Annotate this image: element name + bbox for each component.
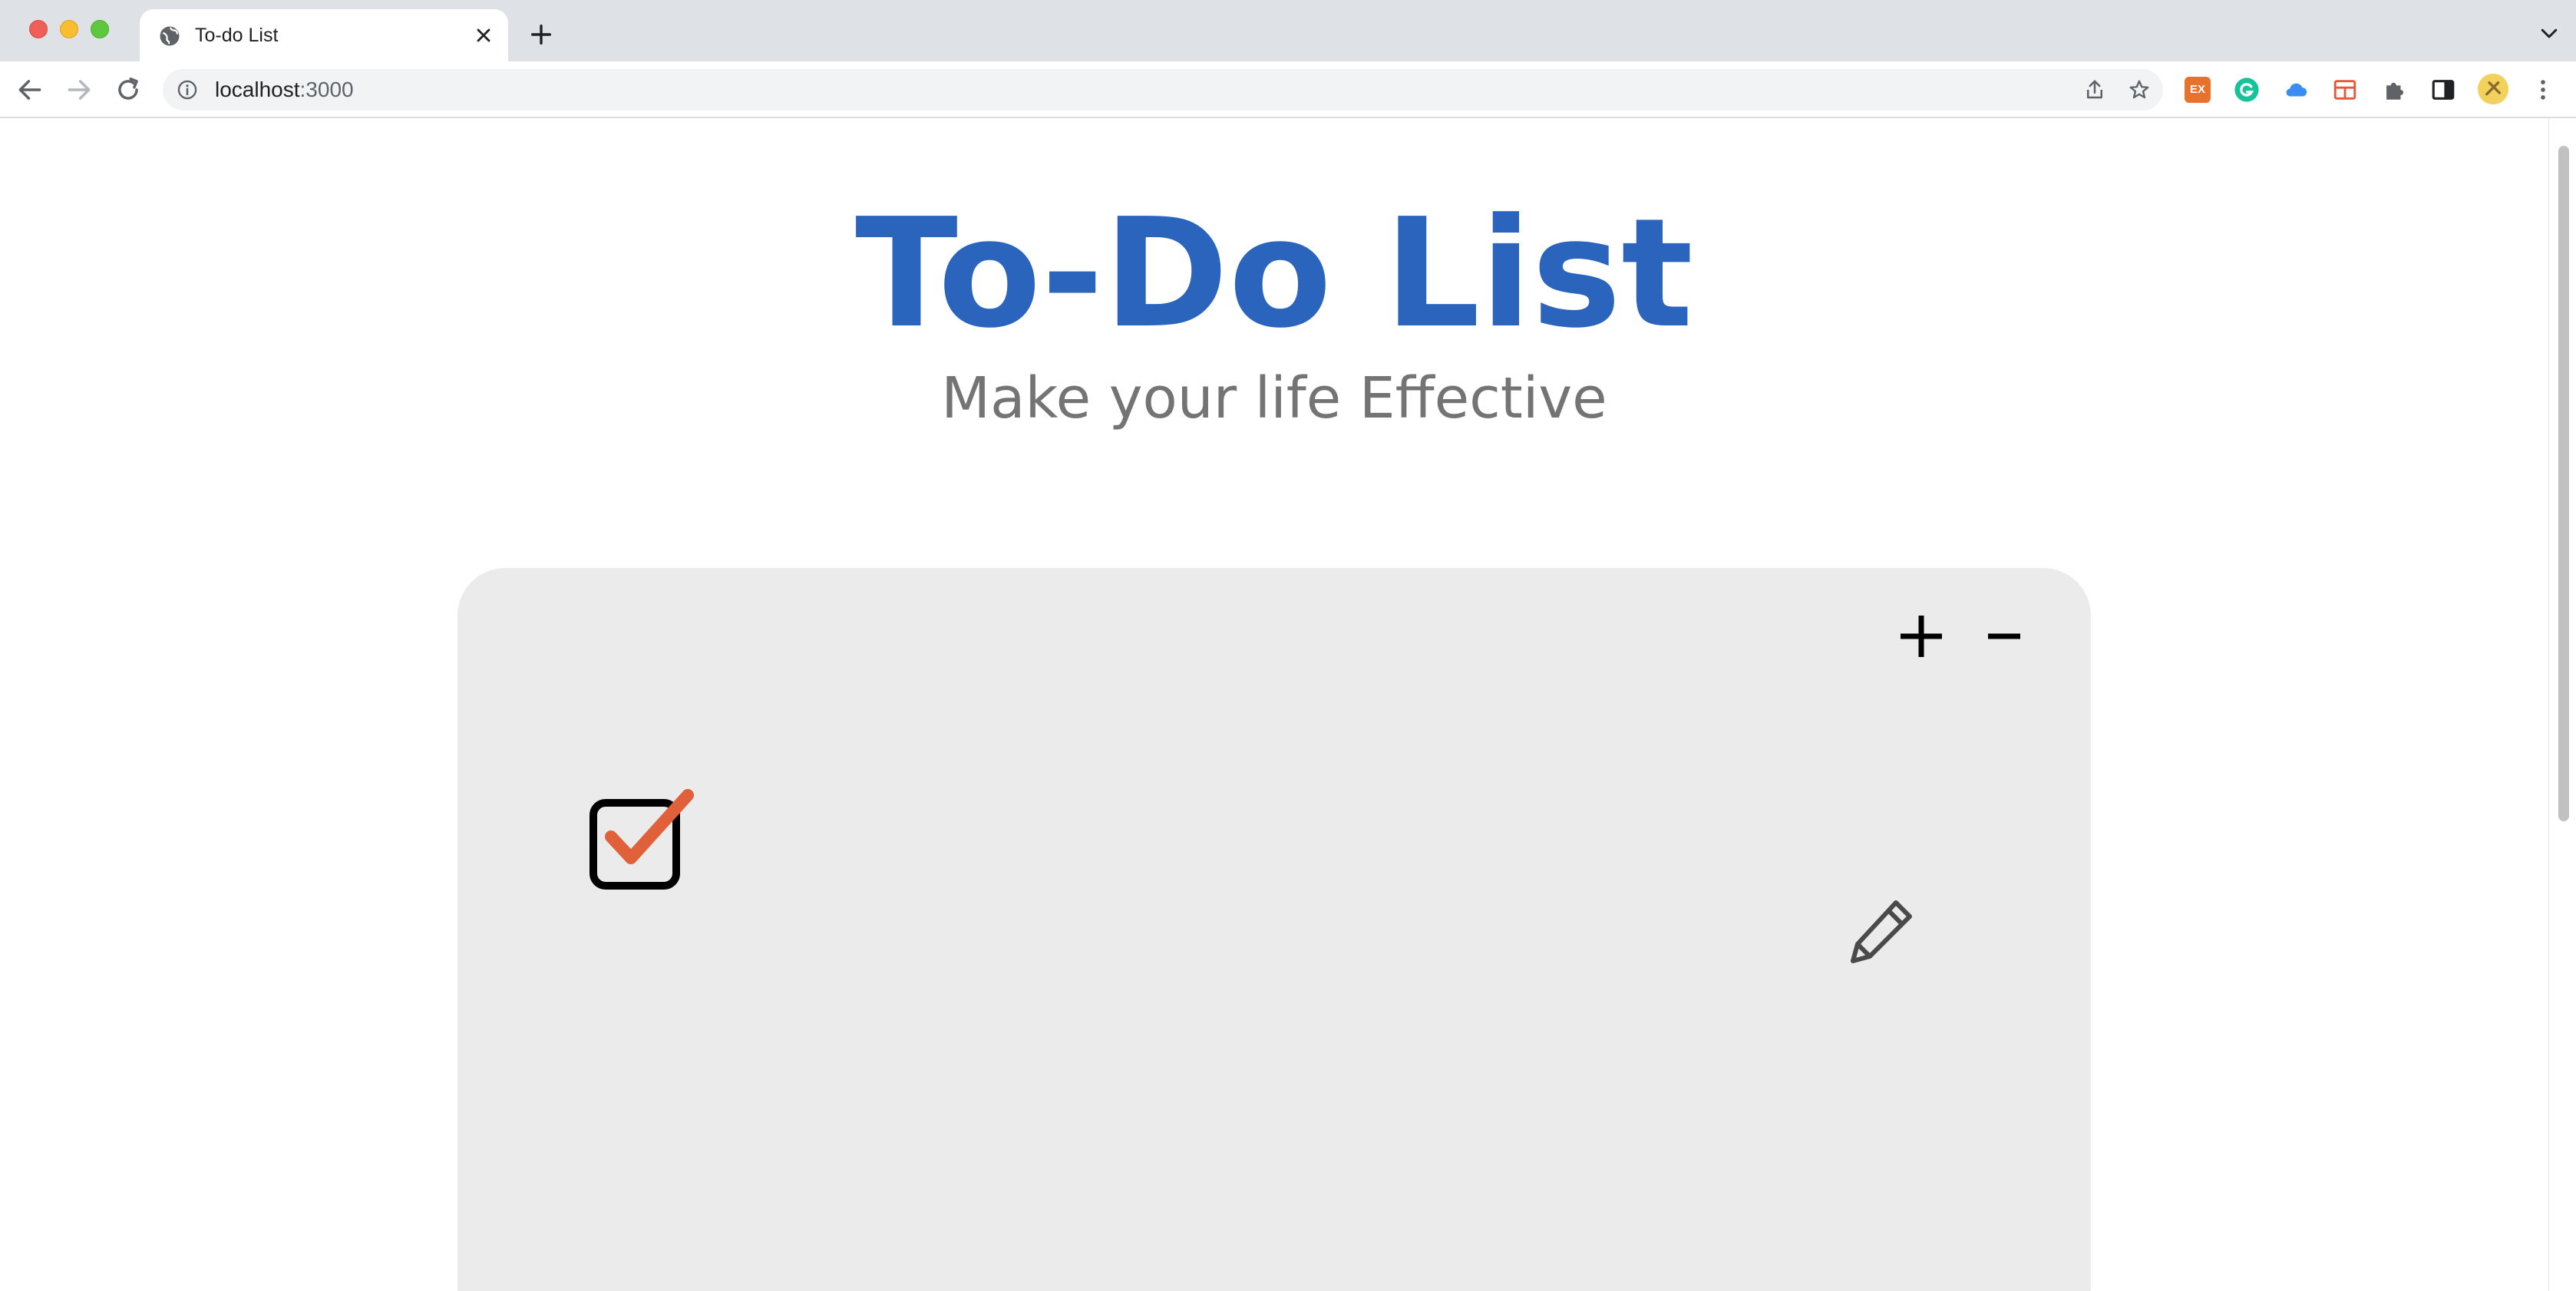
- more-menu-icon[interactable]: [2530, 77, 2556, 103]
- close-window-button[interactable]: [29, 20, 48, 38]
- tab-strip: To-do List: [0, 0, 2576, 61]
- ex-extension-icon[interactable]: EX: [2185, 77, 2211, 103]
- todo-checkbox[interactable]: [586, 784, 694, 892]
- todo-item: [457, 568, 2091, 1291]
- side-panel-icon[interactable]: [2430, 77, 2456, 103]
- share-icon[interactable]: [2083, 78, 2106, 101]
- new-tab-icon[interactable]: [528, 21, 554, 48]
- vertical-scrollbar[interactable]: [2548, 118, 2576, 1291]
- browser-tab[interactable]: To-do List: [140, 9, 508, 61]
- tab-title: To-do List: [195, 25, 279, 46]
- pencil-edit-icon[interactable]: [1848, 898, 1914, 964]
- cloud-extension-icon[interactable]: [2283, 77, 2309, 103]
- back-arrow-icon[interactable]: [15, 75, 45, 104]
- info-icon[interactable]: [177, 79, 198, 101]
- profile-avatar[interactable]: [2478, 74, 2508, 104]
- layout-extension-icon[interactable]: [2332, 77, 2358, 103]
- url-port: :3000: [299, 78, 354, 101]
- page-viewport: To-Do List Make your life Effective: [0, 118, 2548, 1291]
- reload-icon[interactable]: [114, 75, 143, 104]
- url-host: localhost: [215, 78, 300, 101]
- grammarly-extension-icon[interactable]: [2234, 77, 2260, 103]
- close-tab-icon[interactable]: [473, 25, 494, 46]
- maximize-window-button[interactable]: [91, 20, 109, 38]
- page-subtitle: Make your life Effective: [941, 365, 1607, 431]
- page-title: To-Do List: [855, 187, 1693, 362]
- bookmark-star-icon[interactable]: [2128, 78, 2151, 101]
- extensions-puzzle-icon[interactable]: [2381, 77, 2407, 103]
- globe-icon: [160, 26, 180, 46]
- forward-arrow-icon[interactable]: [64, 75, 94, 104]
- url-text: localhost:3000: [215, 78, 354, 102]
- profile-avatar-icon: [2478, 74, 2508, 104]
- scrollbar-thumb[interactable]: [2558, 146, 2569, 821]
- browser-toolbar: localhost:3000 EX: [0, 61, 2576, 118]
- chevron-down-icon[interactable]: [2538, 21, 2561, 45]
- todo-card: [457, 568, 2091, 1291]
- address-bar[interactable]: localhost:3000: [163, 69, 2163, 111]
- minimize-window-button[interactable]: [60, 20, 78, 38]
